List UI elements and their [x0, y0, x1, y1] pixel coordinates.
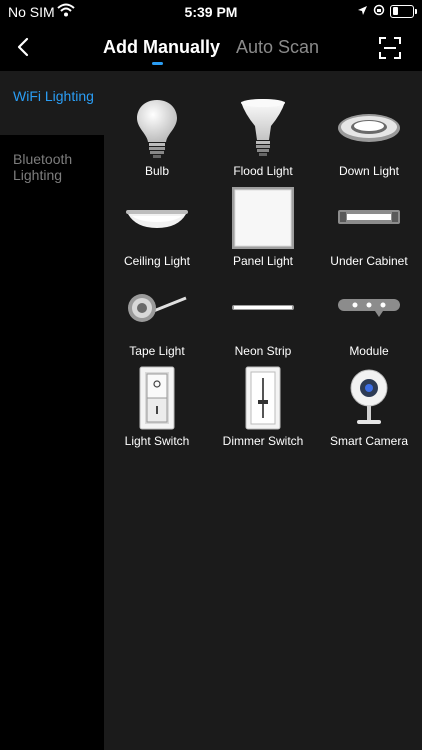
down-light-icon [329, 96, 409, 160]
device-panel-light[interactable]: Panel Light [210, 186, 316, 276]
location-icon [357, 3, 368, 19]
device-light-switch[interactable]: Light Switch [104, 366, 210, 456]
sidebar-item-bluetooth-lighting[interactable]: Bluetooth Lighting [0, 135, 104, 199]
dimmer-switch-icon [223, 366, 303, 430]
device-smart-camera[interactable]: Smart Camera [316, 366, 422, 456]
device-down-light[interactable]: Down Light [316, 96, 422, 186]
tab-add-manually[interactable]: Add Manually [103, 37, 220, 58]
scan-icon [379, 37, 401, 59]
sidebar-item-wifi-lighting[interactable]: WiFi Lighting [0, 71, 104, 135]
panel-light-icon [223, 186, 303, 250]
device-label: Down Light [338, 164, 400, 178]
module-icon [329, 276, 409, 340]
device-under-cabinet[interactable]: Under Cabinet [316, 186, 422, 276]
device-bulb[interactable]: Bulb [104, 96, 210, 186]
scan-button[interactable] [378, 36, 402, 60]
status-bar: No SIM 5:39 PM [0, 0, 422, 24]
device-ceiling-light[interactable]: Ceiling Light [104, 186, 210, 276]
device-flood-light[interactable]: Flood Light [210, 96, 316, 186]
orientation-lock-icon [373, 3, 385, 19]
chevron-left-icon [17, 37, 29, 57]
bulb-icon [117, 96, 197, 160]
tape-light-icon [117, 276, 197, 340]
back-button[interactable] [12, 35, 36, 59]
flood-light-icon [223, 96, 303, 160]
device-module[interactable]: Module [316, 276, 422, 366]
battery-icon [390, 4, 417, 18]
active-tab-indicator [152, 62, 163, 65]
tab-auto-scan[interactable]: Auto Scan [236, 37, 319, 58]
device-label: Module [349, 344, 389, 358]
device-tape-light[interactable]: Tape Light [104, 276, 210, 366]
device-neon-strip[interactable]: Neon Strip [210, 276, 316, 366]
ceiling-light-icon [117, 186, 197, 250]
device-grid-panel: Bulb Flood Light Down Light Ceiling Ligh… [104, 71, 422, 750]
device-dimmer-switch[interactable]: Dimmer Switch [210, 366, 316, 456]
under-cabinet-icon [329, 186, 409, 250]
smart-camera-icon [329, 366, 409, 430]
device-label: Under Cabinet [330, 254, 408, 268]
neon-strip-icon [223, 276, 303, 340]
device-label: Smart Camera [329, 434, 409, 448]
top-nav: Add Manually Auto Scan [0, 24, 422, 71]
category-sidebar: WiFi Lighting Bluetooth Lighting [0, 71, 104, 750]
light-switch-icon [117, 366, 197, 430]
